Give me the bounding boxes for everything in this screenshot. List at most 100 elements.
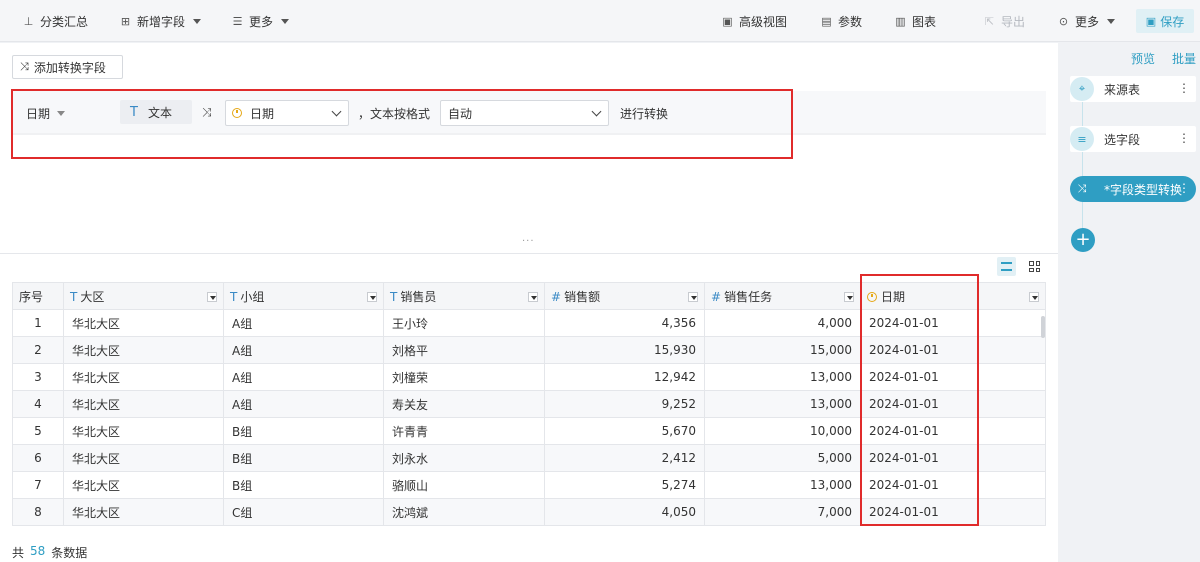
table-cell: 13,000: [704, 390, 861, 418]
tab-preview[interactable]: 预览: [1131, 50, 1155, 67]
step-field-type-convert[interactable]: ⤨ *字段类型转换 ⋮: [1070, 176, 1196, 202]
more-vertical-icon[interactable]: ⋮: [1178, 81, 1190, 95]
table-cell: 4,356: [544, 309, 705, 337]
group-summary-label: 分类汇总: [40, 14, 89, 29]
table-cell: 15,930: [544, 336, 705, 364]
highlight-box-date-column: [860, 274, 979, 526]
column-header-group[interactable]: T 小组: [223, 282, 384, 310]
table-cell: 刘永水: [383, 444, 545, 472]
table-cell: 9,252: [544, 390, 705, 418]
add-transform-field-button[interactable]: ⤨ 添加转换字段: [12, 55, 123, 79]
table-cell: 沈鸿斌: [383, 498, 545, 526]
column-header-index: 序号: [12, 282, 64, 310]
add-column-icon: ⊞: [120, 14, 131, 28]
top-toolbar: ⊥ 分类汇总 ⊞ 新增字段 ☰ 更多 ▣ 高级视图 ▤ 参数 ▥ 图表 ⇱ 导出…: [0, 0, 1200, 42]
caret-down-icon: [1107, 18, 1116, 24]
save-label: 保存: [1160, 14, 1185, 29]
table-cell: 6: [12, 444, 64, 472]
table-cell: A组: [223, 363, 384, 391]
table-cell: 12,942: [544, 363, 705, 391]
list-view-icon: [1001, 262, 1012, 271]
grid-view-button[interactable]: [1025, 257, 1044, 276]
table-cell: 华北大区: [63, 390, 224, 418]
save-icon: ▣: [1145, 14, 1157, 28]
table-cell: 华北大区: [63, 363, 224, 391]
chart-icon: ▥: [895, 14, 906, 28]
add-step-button[interactable]: +: [1071, 228, 1095, 252]
save-button[interactable]: ▣ 保存: [1136, 9, 1194, 33]
chart-label: 图表: [912, 14, 937, 29]
field-select-icon: ≡: [1070, 127, 1094, 151]
list-view-button[interactable]: [997, 257, 1016, 276]
add-field-button[interactable]: ⊞ 新增字段: [119, 0, 202, 42]
table-cell: 3: [12, 363, 64, 391]
tab-batch[interactable]: 批量: [1172, 50, 1196, 67]
table-cell: 王小玲: [383, 309, 545, 337]
crosshair-icon: ⌖: [1070, 77, 1094, 101]
column-header-salesperson[interactable]: T 销售员: [383, 282, 545, 310]
column-menu-button[interactable]: [844, 292, 854, 302]
advanced-view-icon: ▣: [722, 14, 733, 28]
params-label: 参数: [838, 14, 863, 29]
table-cell: 4: [12, 390, 64, 418]
more-right-button[interactable]: ⊙ 更多: [1057, 0, 1116, 42]
group-summary-button[interactable]: ⊥ 分类汇总: [22, 0, 88, 42]
step-select-fields[interactable]: ≡ 选字段 ⋮: [1070, 126, 1196, 152]
table-cell: 4,050: [544, 498, 705, 526]
table-cell: 2,412: [544, 444, 705, 472]
column-menu-button[interactable]: [207, 292, 217, 302]
table-cell: 华北大区: [63, 444, 224, 472]
column-header-region[interactable]: T 大区: [63, 282, 224, 310]
export-label: 导出: [1001, 14, 1026, 29]
side-tabs: 预览 批量: [1131, 50, 1196, 67]
more-vertical-icon[interactable]: ⋮: [1178, 181, 1190, 195]
table-cell: 华北大区: [63, 336, 224, 364]
table-cell: B组: [223, 471, 384, 499]
number-type-icon: #: [711, 289, 722, 304]
more-vertical-icon[interactable]: ⋮: [1178, 131, 1190, 145]
table-cell: A组: [223, 309, 384, 337]
params-button[interactable]: ▤ 参数: [820, 0, 862, 42]
number-type-icon: #: [551, 289, 562, 304]
more-left-label: 更多: [249, 14, 274, 29]
record-count-value: 58: [30, 544, 46, 558]
table-cell: 2: [12, 336, 64, 364]
column-menu-button[interactable]: [528, 292, 538, 302]
export-button[interactable]: ⇱ 导出: [983, 0, 1025, 42]
column-menu-button[interactable]: [367, 292, 377, 302]
table-cell: A组: [223, 336, 384, 364]
column-header-sales-target[interactable]: # 销售任务: [704, 282, 861, 310]
step-panel: [1058, 43, 1200, 562]
table-cell: 13,000: [704, 363, 861, 391]
list-icon: ☰: [232, 14, 243, 28]
table-cell: 10,000: [704, 417, 861, 445]
table-cell: 5,670: [544, 417, 705, 445]
plus-icon: +: [1075, 229, 1091, 250]
table-scrollbar[interactable]: [1041, 316, 1045, 338]
chart-button[interactable]: ▥ 图表: [894, 0, 936, 42]
column-menu-button[interactable]: [688, 292, 698, 302]
table-cell: 8: [12, 498, 64, 526]
more-left-button[interactable]: ☰ 更多: [231, 0, 290, 42]
table-cell: 4,000: [704, 309, 861, 337]
step-source-table[interactable]: ⌖ 来源表 ⋮: [1070, 76, 1196, 102]
add-field-label: 新增字段: [137, 14, 186, 29]
caret-down-icon: [193, 18, 202, 24]
table-cell: 15,000: [704, 336, 861, 364]
table-cell: C组: [223, 498, 384, 526]
shuffle-icon: ⤨: [20, 60, 29, 73]
text-type-icon: T: [230, 289, 238, 304]
column-menu-button[interactable]: [1029, 292, 1039, 302]
table-cell: 刘橦荣: [383, 363, 545, 391]
table-cell: 5,000: [704, 444, 861, 472]
preview-table-area: 序号 T 大区 T 小组 T 销售员 # 销售额 # 销售任务 日期 1 华北大区 A组 王小玲…: [0, 254, 1058, 562]
table-cell: 骆顺山: [383, 471, 545, 499]
table-cell: B组: [223, 444, 384, 472]
more-right-label: 更多: [1075, 14, 1100, 29]
advanced-view-button[interactable]: ▣ 高级视图: [721, 0, 787, 42]
grid-view-icon: [1029, 261, 1040, 272]
column-header-sales[interactable]: # 销售额: [544, 282, 705, 310]
text-type-icon: T: [70, 289, 78, 304]
resize-handle-icon[interactable]: ···: [522, 236, 535, 247]
table-cell: 7,000: [704, 498, 861, 526]
